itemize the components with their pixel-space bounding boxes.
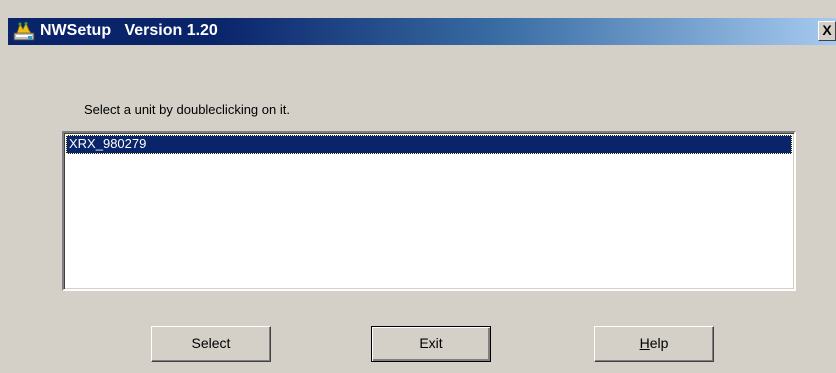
app-icon (13, 21, 35, 41)
units-listbox[interactable]: XRX_980279 (62, 131, 796, 291)
select-button[interactable]: Select (151, 326, 271, 362)
nwsetup-window: NWSetup Version 1.20 X Select a unit by … (0, 0, 836, 373)
help-mnemonic: H (639, 335, 650, 351)
window-title: NWSetup Version 1.20 (40, 22, 218, 39)
close-button[interactable]: X (818, 21, 836, 41)
close-icon: X (822, 22, 832, 38)
title-bar[interactable]: NWSetup Version 1.20 X (8, 18, 836, 45)
list-item[interactable]: XRX_980279 (66, 135, 792, 154)
help-label-rest: elp (649, 335, 669, 351)
help-button[interactable]: Help (594, 326, 714, 362)
exit-button[interactable]: Exit (371, 326, 491, 362)
instruction-label: Select a unit by doubleclicking on it. (84, 102, 290, 117)
